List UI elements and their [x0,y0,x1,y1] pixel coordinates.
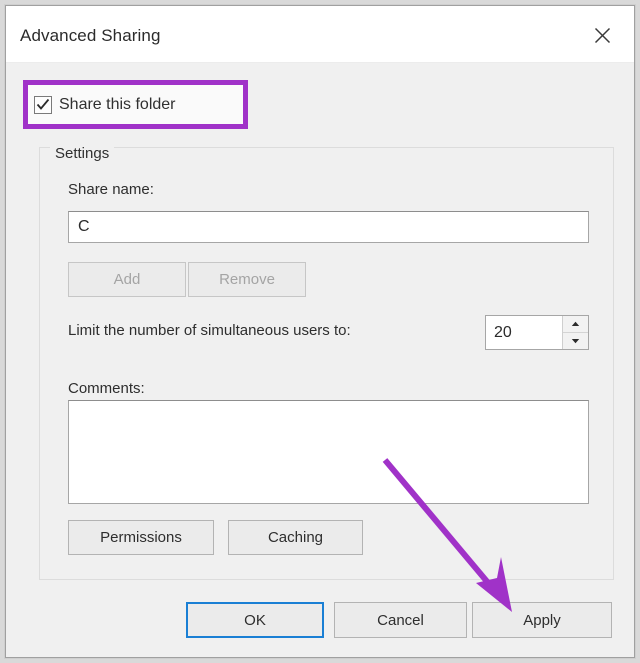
share-name-input[interactable] [68,211,589,243]
share-this-folder-checkbox-row[interactable]: Share this folder [34,93,176,117]
add-button[interactable]: Add [68,262,186,297]
close-icon[interactable] [580,16,624,54]
user-limit-label: Limit the number of simultaneous users t… [68,322,351,339]
title-bar: Advanced Sharing [6,6,634,63]
user-limit-input[interactable] [486,316,562,349]
window-title: Advanced Sharing [20,26,161,45]
spinner-up-icon[interactable] [563,316,588,332]
comments-label: Comments: [68,380,145,397]
settings-group-legend: Settings [50,145,115,162]
user-limit-spin-buttons [562,316,588,349]
checkbox-icon[interactable] [34,96,52,114]
permissions-button[interactable]: Permissions [68,520,214,555]
spinner-down-icon[interactable] [563,332,588,349]
ok-button[interactable]: OK [186,602,324,638]
cancel-button[interactable]: Cancel [334,602,467,638]
comments-input[interactable] [68,400,589,504]
user-limit-stepper[interactable] [485,315,589,350]
share-name-label: Share name: [68,181,154,198]
remove-button[interactable]: Remove [188,262,306,297]
apply-button[interactable]: Apply [472,602,612,638]
caching-button[interactable]: Caching [228,520,363,555]
advanced-sharing-dialog: Advanced Sharing Share this folder Setti… [5,5,635,658]
share-this-folder-label: Share this folder [59,96,176,113]
